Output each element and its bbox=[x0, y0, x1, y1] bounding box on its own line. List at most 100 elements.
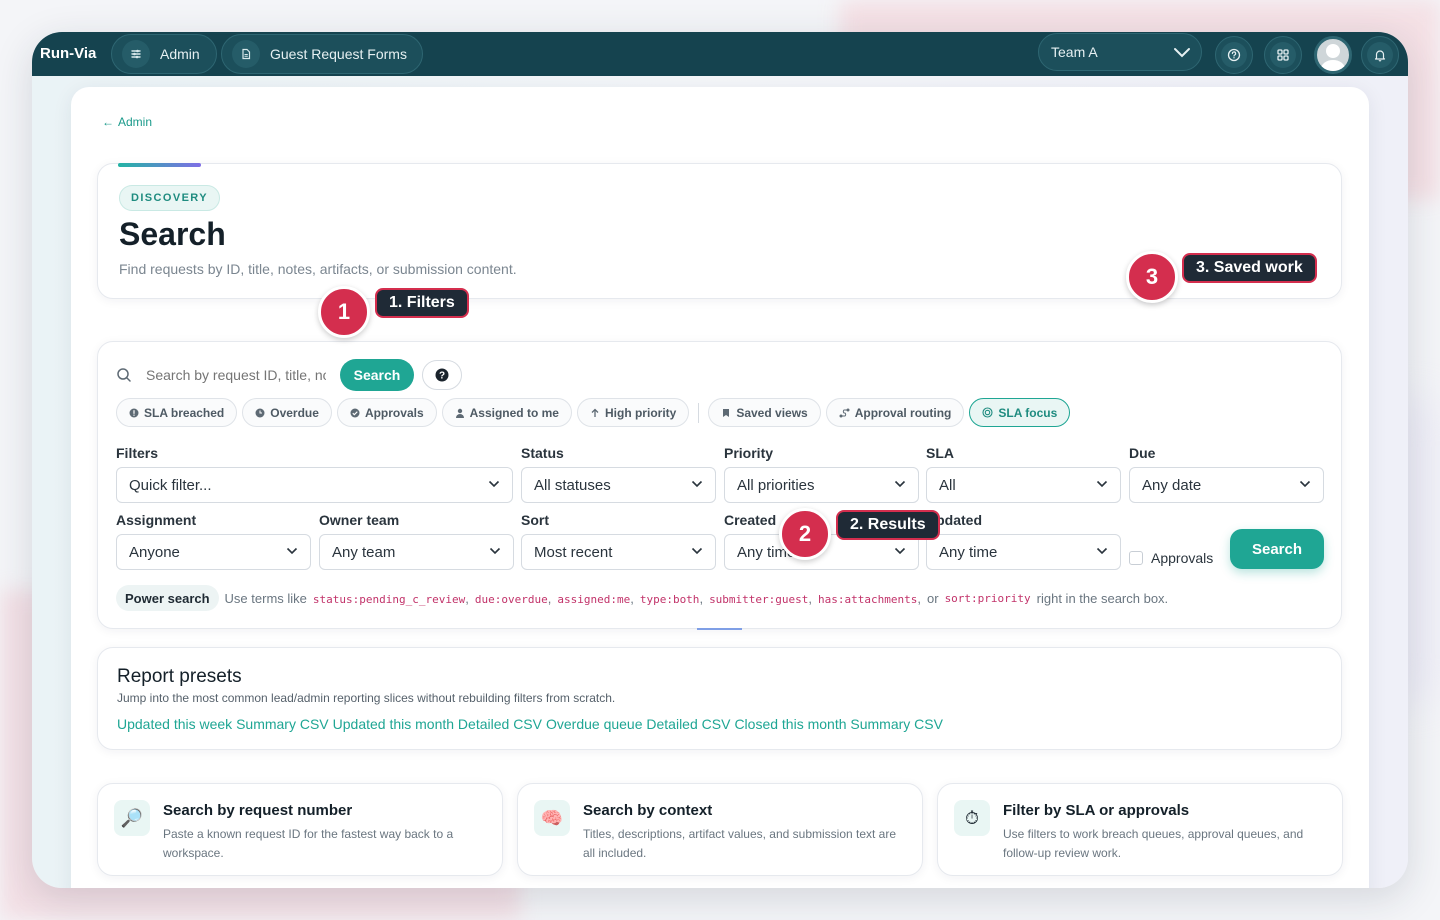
power-search-hint: Power search Use terms like status:pendi… bbox=[116, 585, 1168, 611]
sla-label: SLA bbox=[926, 445, 954, 461]
sort-select[interactable]: Most recent bbox=[521, 534, 716, 570]
app-window: Run-Via Admin Guest Request Forms Team A bbox=[32, 32, 1408, 888]
bell-icon bbox=[1367, 42, 1393, 68]
callout-1-number: 1 bbox=[318, 286, 370, 338]
power-term: assigned:me bbox=[557, 592, 631, 606]
help-button[interactable] bbox=[1215, 36, 1253, 74]
chip-approval-routing[interactable]: Approval routing bbox=[825, 398, 965, 427]
chip-label: Assigned to me bbox=[469, 405, 559, 420]
select-value: Anyone bbox=[129, 543, 180, 561]
approvals-toggle[interactable]: Approvals bbox=[1129, 550, 1213, 566]
chip-assigned-to-me[interactable]: Assigned to me bbox=[441, 398, 572, 427]
search-input[interactable] bbox=[146, 367, 326, 383]
power-term: type:both bbox=[639, 592, 700, 606]
chip-label: High priority bbox=[604, 405, 677, 420]
chevron-down-icon bbox=[1096, 480, 1108, 488]
sla-select[interactable]: All bbox=[926, 467, 1121, 503]
chip-label: Approval routing bbox=[854, 405, 952, 420]
power-term: has:attachments bbox=[818, 592, 918, 606]
sliders-icon bbox=[122, 40, 150, 68]
apply-search-button[interactable]: Search bbox=[1230, 529, 1324, 569]
owner-team-select[interactable]: Any team bbox=[319, 534, 514, 570]
brain-icon: 🧠 bbox=[534, 800, 570, 836]
power-search-badge: Power search bbox=[116, 585, 219, 611]
quick-filter-select[interactable]: Quick filter... bbox=[116, 467, 513, 503]
power-or: or bbox=[927, 590, 939, 606]
team-select-value: Team A bbox=[1051, 44, 1098, 60]
back-link[interactable]: ← Admin bbox=[102, 115, 152, 129]
main-panel: ← Admin DISCOVERY Search Find requests b… bbox=[71, 87, 1369, 888]
chip-high-priority[interactable]: High priority bbox=[576, 398, 690, 427]
nav-label: Admin bbox=[160, 46, 200, 62]
page-subtitle: Find requests by ID, title, notes, artif… bbox=[119, 261, 517, 277]
search-button[interactable]: Search bbox=[340, 359, 414, 391]
callout-3-number: 3 bbox=[1126, 251, 1178, 303]
chip-divider bbox=[698, 402, 700, 423]
chip-overdue[interactable]: Overdue bbox=[242, 398, 332, 427]
top-bar: Run-Via Admin Guest Request Forms Team A bbox=[32, 32, 1408, 76]
tip-title: Search by context bbox=[583, 802, 713, 819]
nav-admin[interactable]: Admin bbox=[111, 34, 217, 74]
bookmark-icon bbox=[723, 408, 730, 417]
select-value: Most recent bbox=[534, 543, 613, 561]
assignment-select[interactable]: Anyone bbox=[116, 534, 311, 570]
select-value: All priorities bbox=[737, 476, 815, 494]
help-icon: ? bbox=[435, 368, 449, 382]
power-term: due:overdue bbox=[474, 592, 548, 606]
chip-sla-breached[interactable]: SLA breached bbox=[116, 398, 238, 427]
chevron-down-icon bbox=[1299, 480, 1311, 488]
approvals-checkbox[interactable] bbox=[1129, 551, 1143, 565]
quick-filter-chips: SLA breached Overdue Approvals Assigned … bbox=[116, 398, 1071, 427]
notifications-button[interactable] bbox=[1361, 36, 1399, 74]
user-icon bbox=[455, 408, 464, 418]
tip-text: Use filters to work breach queues, appro… bbox=[1003, 827, 1304, 860]
status-label: Status bbox=[521, 445, 564, 461]
power-term: submitter:guest bbox=[709, 592, 809, 606]
tip-title: Search by request number bbox=[163, 802, 353, 819]
page-title: Search bbox=[119, 216, 226, 252]
apps-grid-button[interactable] bbox=[1264, 36, 1302, 74]
approvals-label: Approvals bbox=[1151, 550, 1214, 566]
stopwatch-icon: ⏱ bbox=[954, 800, 990, 836]
chip-approvals[interactable]: Approvals bbox=[336, 398, 437, 427]
chip-label: Approvals bbox=[364, 405, 424, 420]
search-help-button[interactable]: ? bbox=[422, 360, 462, 390]
preset-links: Updated this week Summary CSV Updated th… bbox=[117, 716, 943, 732]
svg-text:?: ? bbox=[439, 371, 445, 382]
document-icon bbox=[232, 40, 260, 68]
tip-card: ⏱ Filter by SLA or approvals Use filters… bbox=[937, 783, 1343, 876]
chevron-down-icon bbox=[489, 547, 501, 555]
target-icon bbox=[982, 407, 993, 418]
priority-label: Priority bbox=[724, 445, 774, 461]
sort-label: Sort bbox=[521, 512, 549, 528]
chip-saved-views[interactable]: Saved views bbox=[708, 398, 821, 427]
status-select[interactable]: All statuses bbox=[521, 467, 716, 503]
chevron-down-icon bbox=[1174, 48, 1190, 58]
team-select[interactable]: Team A bbox=[1038, 33, 1202, 71]
tip-title: Filter by SLA or approvals bbox=[1003, 802, 1190, 819]
chip-sla-focus[interactable]: SLA focus bbox=[969, 398, 1071, 427]
tip-text: Titles, descriptions, artifact values, a… bbox=[583, 827, 897, 860]
chip-label: SLA breached bbox=[144, 405, 225, 420]
arrow-left-icon: ← bbox=[102, 115, 114, 129]
created-label: Created bbox=[724, 512, 777, 528]
preset-link[interactable]: Updated this week Summary CSV bbox=[117, 716, 329, 732]
chip-label: Overdue bbox=[270, 405, 319, 420]
preset-link[interactable]: Closed this month Summary CSV bbox=[734, 716, 943, 732]
assignment-label: Assignment bbox=[116, 512, 197, 528]
due-select[interactable]: Any date bbox=[1129, 467, 1324, 503]
power-suffix: right in the search box. bbox=[1036, 590, 1169, 606]
accent-bar bbox=[118, 163, 201, 167]
nav-guest-request-forms[interactable]: Guest Request Forms bbox=[221, 34, 423, 74]
preset-link[interactable]: Updated this month Detailed CSV bbox=[333, 716, 542, 732]
avatar[interactable] bbox=[1314, 36, 1352, 74]
chip-label: SLA focus bbox=[998, 405, 1058, 420]
chevron-down-icon bbox=[894, 547, 906, 555]
check-circle-icon bbox=[350, 408, 360, 417]
back-link-label: Admin bbox=[118, 115, 153, 129]
priority-select[interactable]: All priorities bbox=[724, 467, 919, 503]
preset-link[interactable]: Overdue queue Detailed CSV bbox=[546, 716, 730, 732]
updated-select[interactable]: Any time bbox=[926, 534, 1121, 570]
clock-icon bbox=[255, 408, 265, 417]
callout-1-label: 1. Filters bbox=[375, 288, 469, 318]
